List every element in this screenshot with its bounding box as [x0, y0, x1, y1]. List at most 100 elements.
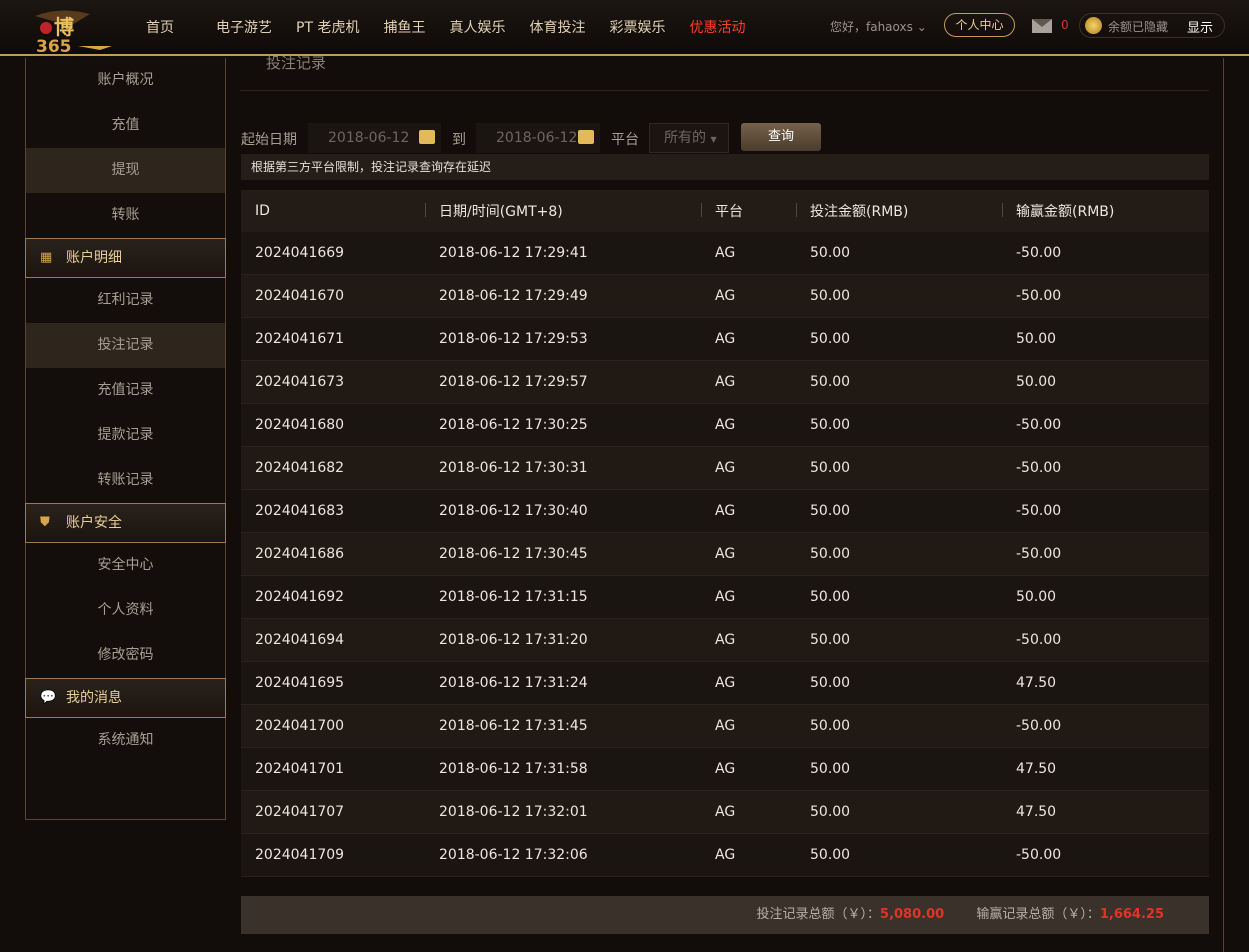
sidebar-item-system-notice[interactable]: 系统通知: [26, 718, 225, 763]
table-cell: 2018-06-12 17:32:01: [439, 804, 588, 820]
table-cell: AG: [715, 245, 736, 261]
table-cell: 2024041707: [255, 804, 345, 820]
sidebar-item-withdraw[interactable]: 提现: [26, 148, 225, 193]
mail-icon[interactable]: [1032, 19, 1052, 33]
sidebar-item-profile[interactable]: 个人资料: [26, 588, 225, 633]
nav-item[interactable]: 捕鱼王: [383, 17, 425, 37]
sidebar-item-deposit-records[interactable]: 充值记录: [26, 368, 225, 413]
delay-notice: 根据第三方平台限制，投注记录查询存在延迟: [241, 154, 1209, 180]
table-cell: -50.00: [1016, 718, 1062, 734]
sidebar-item-transfer-records[interactable]: 转账记录: [26, 458, 225, 503]
table-cell: -50.00: [1016, 288, 1062, 304]
sidebar-item-security-center[interactable]: 安全中心: [26, 543, 225, 588]
win-total-value: 1,664.25: [1099, 907, 1164, 922]
greeting-text: 您好，fahaoxs: [830, 20, 913, 34]
personal-center-button[interactable]: 个人中心: [944, 13, 1015, 37]
table-cell: -50.00: [1016, 503, 1062, 519]
table-cell: AG: [715, 804, 736, 820]
table-cell: -50.00: [1016, 632, 1062, 648]
column-header: 日期/时间(GMT+8): [425, 201, 701, 221]
nav-item[interactable]: 彩票娱乐: [609, 17, 665, 37]
chat-bubble-icon: 💬: [40, 690, 57, 705]
nav-item[interactable]: 首页: [146, 17, 174, 37]
site-logo[interactable]: 博365: [30, 6, 114, 54]
table-cell: 2024041670: [255, 288, 345, 304]
table-row: 2024041709 2018-06-12 17:32:06 AG 50.00 -50.…: [241, 834, 1209, 877]
top-bar: 博 365 首页 电子游艺 PT 老虎机 捕鱼王 真人娱乐 体育投注 彩票娱乐 优惠活动 您好，…: [0, 0, 1249, 56]
query-button[interactable]: 查询: [741, 123, 821, 151]
table-cell: -50.00: [1016, 417, 1062, 433]
table-cell: 2024041682: [255, 460, 345, 476]
sidebar-item-overview[interactable]: 账户概况: [26, 58, 225, 103]
table-cell: 2018-06-12 17:30:40: [439, 503, 588, 519]
table-cell: 50.00: [810, 632, 851, 648]
table-row: 2024041683 2018-06-12 17:30:40 AG 50.00 -50.…: [241, 490, 1209, 533]
table-row: 2024041671 2018-06-12 17:29:53 AG 50.00 50.0…: [241, 318, 1209, 361]
balance-hidden-text: 余额已隐藏: [1108, 20, 1169, 34]
platform-value: 所有的: [664, 130, 706, 146]
table-cell: 50.00: [810, 288, 851, 304]
sidebar-item-deposit[interactable]: 充值: [26, 103, 225, 148]
sidebar-item-bet-records[interactable]: 投注记录: [26, 323, 225, 368]
table-cell: 50.00: [810, 718, 851, 734]
table-cell: -50.00: [1016, 460, 1062, 476]
table-cell: 2024041683: [255, 503, 345, 519]
table-cell: 50.00: [810, 374, 851, 390]
table-cell: AG: [715, 847, 736, 863]
show-balance-button[interactable]: 显示: [1187, 17, 1213, 36]
nav-item[interactable]: 体育投注: [529, 17, 585, 37]
sidebar-item-change-password[interactable]: 修改密码: [26, 633, 225, 678]
platform-select[interactable]: 所有的 ▼: [649, 123, 729, 153]
table-row: 2024041692 2018-06-12 17:31:15 AG 50.00 50.0…: [241, 576, 1209, 619]
section-account-details[interactable]: ▦ 账户明细: [25, 238, 226, 278]
table-cell: 50.00: [1016, 331, 1057, 347]
table-cell: 2024041700: [255, 718, 345, 734]
calendar-icon[interactable]: [419, 130, 435, 144]
table-row: 2024041669 2018-06-12 17:29:41 AG 50.00 -50.…: [241, 232, 1209, 275]
table-cell: 2024041694: [255, 632, 345, 648]
end-date-input[interactable]: 2018-06-12: [476, 123, 600, 153]
table-cell: 50.00: [810, 804, 851, 820]
to-label: 到: [452, 132, 466, 148]
table-row: 2024041682 2018-06-12 17:30:31 AG 50.00 -50.…: [241, 447, 1209, 490]
bet-records-table: ID 日期/时间(GMT+8) 平台 投注金额(RMB) 输赢金额(RMB) 202404…: [241, 190, 1209, 877]
table-cell: 2024041709: [255, 847, 345, 863]
table-cell: 2018-06-12 17:32:06: [439, 847, 588, 863]
end-date-value: 2018-06-12: [496, 130, 578, 146]
nav-item[interactable]: 优惠活动: [689, 17, 745, 37]
table-cell: 2018-06-12 17:31:24: [439, 675, 588, 691]
table-cell: -50.00: [1016, 245, 1062, 261]
sidebar-item-bonus-records[interactable]: 红利记录: [26, 278, 225, 323]
table-cell: 2018-06-12 17:29:41: [439, 245, 588, 261]
bet-total-value: 5,080.00: [880, 907, 945, 922]
page-title: 投注记录: [266, 54, 327, 72]
svg-text:博: 博: [54, 15, 74, 39]
nav-item[interactable]: 电子游艺: [216, 17, 272, 37]
table-row: 2024041700 2018-06-12 17:31:45 AG 50.00 -50.…: [241, 705, 1209, 748]
table-cell: 50.00: [810, 675, 851, 691]
nav-item[interactable]: 真人娱乐: [449, 17, 505, 37]
section-account-security[interactable]: ⛊ 账户安全: [25, 503, 226, 543]
table-cell: 50.00: [810, 847, 851, 863]
sidebar-item-transfer[interactable]: 转账: [26, 193, 225, 238]
table-cell: AG: [715, 589, 736, 605]
section-my-messages[interactable]: 💬 我的消息: [25, 678, 226, 718]
sidebar-item-withdraw-records[interactable]: 提款记录: [26, 413, 225, 458]
table-row: 2024041680 2018-06-12 17:30:25 AG 50.00 -50.…: [241, 404, 1209, 447]
nav-item[interactable]: PT 老虎机: [296, 17, 359, 37]
table-cell: 50.00: [1016, 374, 1057, 390]
start-date-value: 2018-06-12: [328, 130, 410, 146]
win-total-label: 输赢记录总额（￥）：: [976, 907, 1100, 922]
mail-count: 0: [1061, 18, 1069, 32]
table-cell: 50.00: [810, 460, 851, 476]
svg-text:365: 365: [36, 37, 72, 54]
user-greeting[interactable]: 您好，fahaoxs ⌄: [830, 18, 927, 35]
table-cell: 2024041686: [255, 546, 345, 562]
table-cell: 2024041680: [255, 417, 345, 433]
table-header: ID 日期/时间(GMT+8) 平台 投注金额(RMB) 输赢金额(RMB): [241, 190, 1209, 232]
start-date-input[interactable]: 2018-06-12: [308, 123, 441, 153]
calendar-icon[interactable]: [578, 130, 594, 144]
table-cell: 2018-06-12 17:29:53: [439, 331, 588, 347]
table-cell: AG: [715, 546, 736, 562]
column-header: 输赢金额(RMB): [1002, 201, 1209, 221]
